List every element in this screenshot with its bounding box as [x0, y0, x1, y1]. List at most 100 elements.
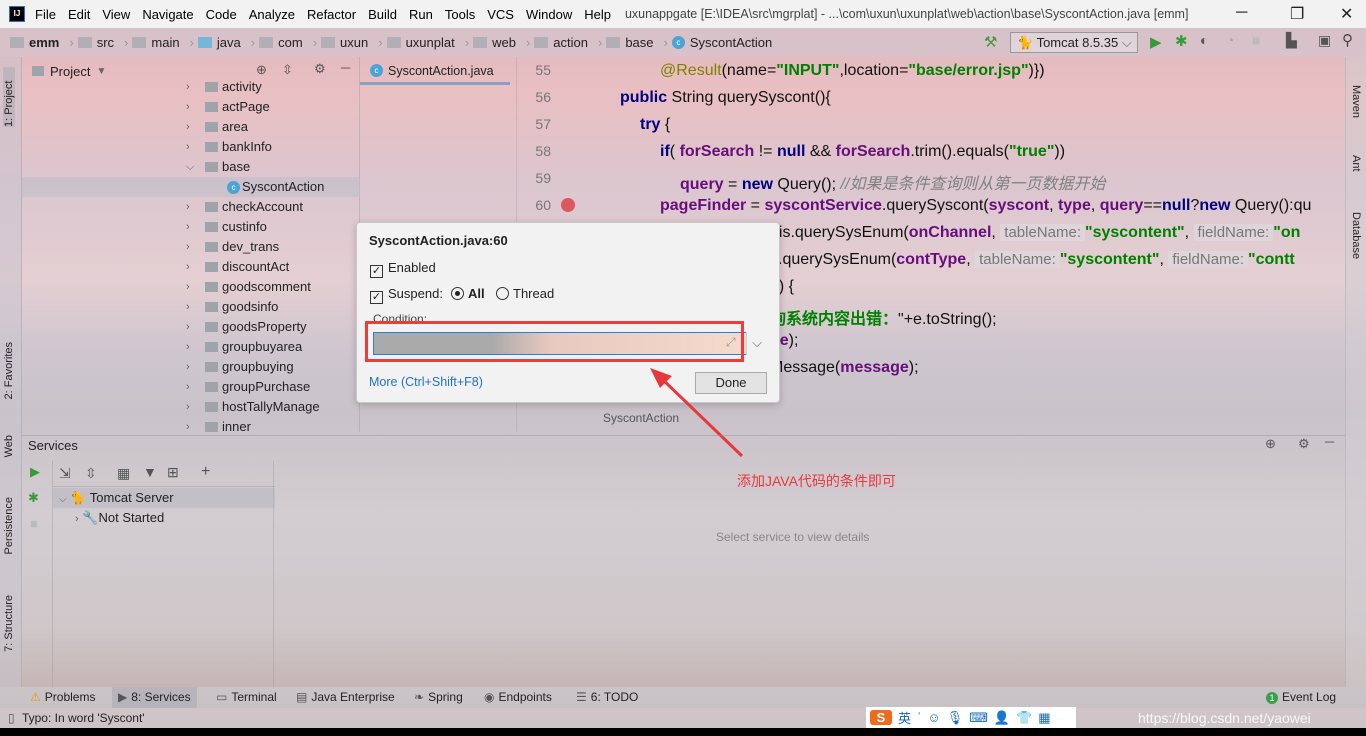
tree-item-groupbuying[interactable]: › groupbuying — [22, 357, 360, 377]
tree-item-grouppurchase[interactable]: › groupPurchase — [22, 377, 360, 397]
expand-all-icon[interactable]: ⇲ — [59, 465, 71, 482]
enabled-checkbox[interactable]: ✓ Enabled — [370, 260, 436, 278]
breadcrumb-emm[interactable]: emm — [10, 35, 59, 50]
bottom-tab-8-services[interactable]: ▶ 8: Services — [112, 687, 197, 708]
tool-web[interactable]: Web — [3, 435, 15, 457]
menu-view[interactable]: View — [96, 7, 136, 22]
menu-help[interactable]: Help — [578, 7, 617, 22]
menu-navigate[interactable]: Navigate — [136, 7, 199, 22]
chevron-right-icon[interactable]: › — [186, 377, 190, 397]
bottom-tab-endpoints[interactable]: ◉ Endpoints — [484, 687, 552, 708]
tree-item-groupbuyarea[interactable]: › groupbuyarea — [22, 337, 360, 357]
search-icon[interactable]: ⚲ — [1342, 31, 1353, 49]
project-structure-icon[interactable]: ▙ — [1286, 32, 1297, 49]
ime-language[interactable]: 英 — [898, 708, 911, 727]
menu-analyze[interactable]: Analyze — [243, 7, 301, 22]
coverage-icon[interactable]: ◐ — [1200, 32, 1208, 48]
tool-persistence[interactable]: Persistence — [3, 497, 15, 554]
menu-window[interactable]: Window — [520, 7, 578, 22]
punctuation-icon[interactable]: ʾ — [917, 710, 921, 725]
menu-edit[interactable]: Edit — [62, 7, 96, 22]
tree-item-actpage[interactable]: › actPage — [22, 97, 360, 117]
toolbox-icon[interactable]: ▦ — [1038, 710, 1050, 726]
tool-maven[interactable]: Maven — [1350, 85, 1362, 118]
menu-code[interactable]: Code — [200, 7, 243, 22]
tree-item-bankinfo[interactable]: › bankInfo — [22, 137, 360, 157]
layout-icon[interactable]: ▣ — [1318, 32, 1331, 49]
new-tab-icon[interactable]: ⊞ — [167, 464, 179, 481]
skin-icon[interactable]: 👕 — [1016, 710, 1032, 726]
keyboard-icon[interactable]: ⌨ — [969, 710, 988, 726]
tree-item-syscontaction[interactable]: c SyscontAction — [22, 177, 360, 197]
chevron-right-icon[interactable]: › — [186, 217, 190, 237]
collapse-all-icon[interactable]: ⇳ — [85, 465, 97, 482]
chevron-right-icon[interactable]: › — [186, 337, 190, 357]
stop-service-icon[interactable]: ■ — [30, 516, 38, 531]
run-icon[interactable]: ▶ — [1150, 33, 1162, 51]
breakpoint-icon[interactable] — [561, 198, 575, 212]
collapse-all-icon[interactable]: ⇳ — [282, 62, 293, 78]
tree-item-inner[interactable]: › inner — [22, 417, 360, 437]
chevron-right-icon[interactable]: › — [186, 417, 190, 437]
breadcrumb-uxun[interactable]: uxun — [321, 35, 368, 50]
bottom-tab-6-todo[interactable]: ☰ 6: TODO — [576, 687, 638, 708]
close-button[interactable]: ✕ — [1340, 4, 1353, 24]
filter-icon[interactable]: ▼ — [143, 464, 157, 480]
tool-project[interactable]: 1: Project — [3, 67, 15, 127]
chevron-right-icon[interactable]: › — [186, 77, 190, 97]
tree-item-custinfo[interactable]: › custinfo — [22, 217, 360, 237]
emoji-icon[interactable]: ☺ — [927, 710, 940, 725]
tree-item-area[interactable]: › area — [22, 117, 360, 137]
tree-item-base[interactable]: ⌵ base — [22, 157, 360, 177]
chevron-right-icon[interactable]: › — [186, 237, 190, 257]
chevron-down-icon[interactable]: ⌵ — [186, 157, 194, 177]
suspend-checkbox[interactable]: ✓ Suspend: — [370, 286, 443, 304]
build-hammer-icon[interactable]: ⚒ — [984, 33, 997, 51]
chevron-right-icon[interactable]: › — [186, 97, 190, 117]
breadcrumb-java[interactable]: java — [197, 35, 241, 50]
breadcrumb-main[interactable]: main — [132, 35, 180, 50]
tab-syscontaction-java[interactable]: c SyscontAction.java — [360, 59, 510, 85]
tree-item-tomcat-server[interactable]: ⌵ 🐈 Tomcat Server — [53, 488, 275, 508]
services-target-icon[interactable]: ⊕ — [1265, 436, 1276, 452]
tree-item-activity[interactable]: › activity — [22, 77, 360, 97]
chevron-right-icon[interactable]: › — [186, 317, 190, 337]
menu-build[interactable]: Build — [362, 7, 403, 22]
menu-refactor[interactable]: Refactor — [301, 7, 362, 22]
event-log-tab[interactable]: 1 Event Log — [1266, 687, 1336, 708]
tree-item-goodsinfo[interactable]: › goodsinfo — [22, 297, 360, 317]
breadcrumb-action[interactable]: action — [534, 35, 588, 50]
sogou-logo-icon[interactable]: S — [870, 710, 892, 725]
menu-file[interactable]: File — [29, 7, 62, 22]
tree-item-goodscomment[interactable]: › goodscomment — [22, 277, 360, 297]
history-dropdown-icon[interactable]: ⌵ — [746, 332, 767, 355]
bottom-tab-problems[interactable]: ⚠ Problems — [30, 687, 95, 708]
tool-structure[interactable]: 7: Structure — [3, 595, 15, 652]
chevron-right-icon[interactable]: › — [186, 357, 190, 377]
minimize-button[interactable]: ─ — [1236, 4, 1247, 22]
tree-item-not-started[interactable]: › 🔧Not Started — [75, 508, 164, 528]
tree-item-discountact[interactable]: › discountAct — [22, 257, 360, 277]
debug-service-icon[interactable]: ✱ — [28, 490, 39, 506]
chevron-right-icon[interactable]: › — [186, 137, 190, 157]
tree-item-goodsproperty[interactable]: › goodsProperty — [22, 317, 360, 337]
breadcrumb-src[interactable]: src — [77, 35, 114, 50]
mic-icon[interactable]: 🎙 — [947, 710, 964, 726]
breadcrumb-uxunplat[interactable]: uxunplat — [386, 35, 455, 50]
menu-tools[interactable]: Tools — [439, 7, 481, 22]
bottom-tab-terminal[interactable]: ▭ Terminal — [216, 687, 277, 708]
bottom-tab-spring[interactable]: ❧ Spring — [414, 687, 463, 708]
settings-gear-icon[interactable]: ⚙ — [314, 61, 326, 77]
user-icon[interactable]: 👤 — [994, 710, 1010, 726]
services-settings-icon[interactable]: ⚙ — [1298, 436, 1310, 452]
suspend-all-radio[interactable]: All — [451, 286, 485, 301]
restore-button[interactable]: ❐ — [1290, 4, 1304, 24]
profile-icon[interactable]: ◔ — [1226, 32, 1234, 48]
stop-icon[interactable]: ■ — [1252, 32, 1260, 48]
tree-item-hosttallymanage[interactable]: › hostTallyManage — [22, 397, 360, 417]
chevron-right-icon[interactable]: › — [186, 197, 190, 217]
tool-database[interactable]: Database — [1350, 212, 1362, 259]
tree-item-checkaccount[interactable]: › checkAccount — [22, 197, 360, 217]
breadcrumb-com[interactable]: com — [259, 35, 303, 50]
services-hide-icon[interactable]: ─ — [1325, 434, 1334, 449]
